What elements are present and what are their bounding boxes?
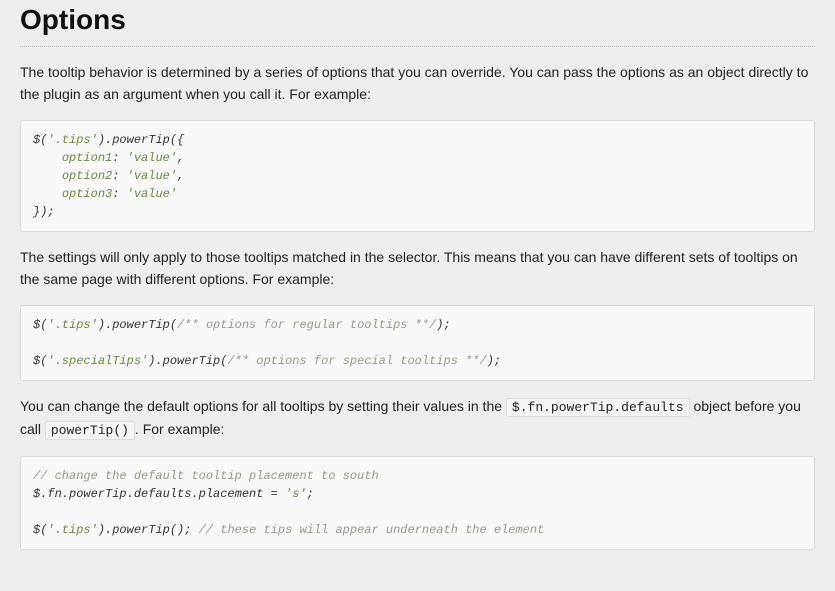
inline-code-powertip: powerTip() <box>45 421 135 440</box>
section-heading: Options <box>20 4 815 47</box>
code-example-1: $('.tips').powerTip({ option1: 'value', … <box>20 120 815 232</box>
paragraph-3: You can change the default options for a… <box>20 395 815 443</box>
intro-paragraph: The tooltip behavior is determined by a … <box>20 61 815 106</box>
inline-code-defaults: $.fn.powerTip.defaults <box>506 398 690 417</box>
code-example-2: $('.tips').powerTip(/** options for regu… <box>20 305 815 381</box>
code-example-3: // change the default tooltip placement … <box>20 456 815 550</box>
doc-content: Options The tooltip behavior is determin… <box>0 0 835 582</box>
paragraph-2: The settings will only apply to those to… <box>20 246 815 291</box>
